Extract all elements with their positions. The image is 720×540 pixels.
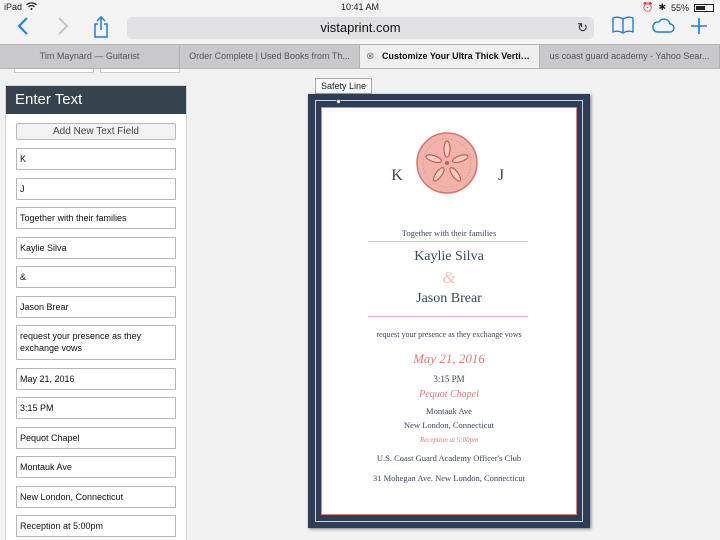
browser-toolbar: vistaprint.com ↻: [0, 14, 720, 44]
divider-top: [368, 241, 528, 242]
sand-dollar-icon: [416, 132, 478, 194]
page-tab-stubs: [14, 69, 180, 73]
text-field[interactable]: &: [16, 266, 176, 288]
status-bar: iPad 10:41 AM ⏰ ✱ 55%: [0, 0, 720, 14]
request-line: request your presence as they exchange v…: [376, 330, 522, 339]
cloud-icon: [652, 18, 675, 33]
venue-street: Montauk Ave: [426, 406, 472, 416]
card-body: K J Together with their families Kaylie …: [321, 107, 577, 515]
page-content: Enter Text Add New Text Field K J Togeth…: [0, 69, 720, 540]
status-right: ⏰ ✱ 55%: [642, 2, 714, 13]
close-icon[interactable]: ⊗: [366, 45, 374, 68]
forward-button[interactable]: [50, 16, 76, 42]
battery-icon: [694, 3, 714, 12]
reception-line: Reception at 5:00pm: [419, 436, 479, 444]
text-field[interactable]: Together with their families: [16, 207, 176, 229]
text-field[interactable]: New London, Connecticut: [16, 485, 176, 508]
wedding-date: May 21, 2016: [413, 351, 485, 366]
address-bar[interactable]: vistaprint.com ↻: [127, 17, 594, 39]
wedding-time: 3:15 PM: [433, 374, 465, 384]
monogram-right: J: [497, 167, 505, 184]
new-tab-button[interactable]: [686, 16, 712, 42]
text-field[interactable]: Pequot Chapel: [16, 426, 176, 449]
venue-city: New London, Connecticut: [404, 420, 494, 430]
text-field[interactable]: 3:15 PM: [16, 397, 176, 419]
text-field[interactable]: Jason Brear: [16, 295, 176, 318]
tab-tim-maynard[interactable]: Tim Maynard — Guitarist: [0, 45, 180, 68]
safety-line-handle[interactable]: [336, 99, 341, 104]
text-field[interactable]: J: [16, 177, 176, 200]
icloud-tabs-button[interactable]: [650, 16, 676, 42]
groom-name: Jason Brear: [416, 291, 482, 306]
plus-icon: [691, 18, 707, 34]
back-button[interactable]: [10, 16, 36, 42]
tab-customize-label: Customize Your Ultra Thick Vertical...: [382, 51, 540, 61]
enter-text-panel: Enter Text Add New Text Field K J Togeth…: [5, 85, 187, 540]
reception-address: 31 Mohegan Ave. New London, Connecticut: [372, 473, 526, 483]
venue-name: Pequot Chapel: [419, 389, 479, 400]
add-text-field-button[interactable]: Add New Text Field: [16, 123, 176, 140]
chevron-right-icon: [58, 17, 69, 35]
text-field-list: Add New Text Field K J Together with the…: [6, 114, 186, 540]
divider-bottom: [368, 316, 528, 317]
alarm-icon: ⏰: [642, 2, 654, 12]
text-field[interactable]: K: [16, 148, 176, 170]
together-line: Together with their families: [401, 228, 497, 238]
page-tab-stub[interactable]: [14, 69, 94, 73]
tab-yahoo-search[interactable]: us coast guard academy - Yahoo Sear...: [540, 45, 720, 68]
ampersand: &: [442, 268, 456, 287]
text-field[interactable]: request your presence as they exchange v…: [16, 325, 176, 360]
text-field[interactable]: Reception at 5:00pm: [16, 515, 176, 537]
bluetooth-icon: ✱: [658, 2, 666, 12]
safety-line-button[interactable]: Safety Line: [315, 78, 373, 94]
text-field[interactable]: May 21, 2016: [16, 367, 176, 390]
share-button[interactable]: [88, 15, 114, 42]
reception-venue: U.S. Coast Guard Academy Officer's Club: [376, 453, 522, 463]
reload-icon[interactable]: ↻: [577, 17, 588, 39]
panel-title: Enter Text: [6, 86, 186, 114]
text-field[interactable]: Kaylie Silva: [16, 236, 176, 259]
chevron-left-icon: [17, 17, 28, 35]
bride-name: Kaylie Silva: [414, 249, 484, 264]
tab-customize[interactable]: ⊗ Customize Your Ultra Thick Vertical...: [360, 45, 540, 68]
clock: 10:41 AM: [340, 2, 380, 12]
bookmarks-button[interactable]: [610, 16, 636, 42]
share-icon: [94, 15, 108, 38]
page-tab-stub[interactable]: [100, 69, 180, 73]
tab-order-complete[interactable]: Order Complete | Used Books from Th...: [180, 45, 360, 68]
tab-bar: Tim Maynard — Guitarist Order Complete |…: [0, 44, 720, 69]
book-icon: [612, 16, 634, 34]
invitation-preview[interactable]: K J Together with their families Kaylie …: [308, 94, 590, 528]
url-text: vistaprint.com: [320, 20, 401, 35]
text-field[interactable]: Montauk Ave: [16, 456, 176, 478]
battery-label: 55%: [670, 2, 689, 13]
